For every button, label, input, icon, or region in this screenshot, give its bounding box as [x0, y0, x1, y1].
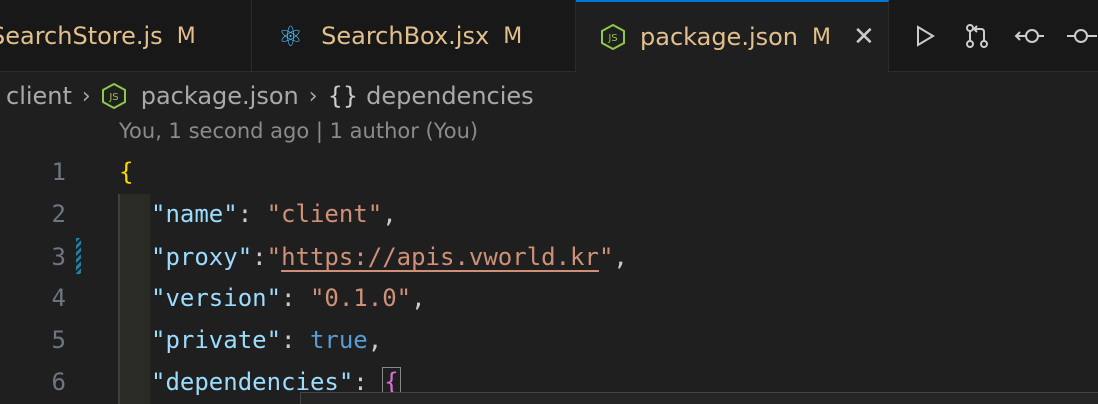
chevron-right-icon: ›: [308, 83, 318, 109]
editor-actions: [889, 0, 1097, 72]
line-number: 1: [51, 158, 66, 186]
code-text: "name": "client",: [151, 200, 397, 228]
line-number: 6: [51, 368, 66, 396]
tab-searchbox[interactable]: ⚛ SearchBox.jsx M: [252, 0, 576, 72]
json-colon: :: [281, 326, 310, 354]
json-key: "version": [151, 284, 282, 312]
code-line[interactable]: 5 "private": true,: [0, 319, 1098, 361]
json-colon: :: [237, 200, 267, 228]
modified-badge: M: [503, 23, 523, 49]
json-key: "proxy": [151, 243, 253, 271]
editor-tab-bar: SearchStore.js M ⚛ SearchBox.jsx M JS pa…: [0, 0, 1098, 72]
json-value: "client": [266, 200, 383, 228]
codelens-blame[interactable]: You, 1 second ago | 1 author (You): [119, 119, 478, 143]
breadcrumb: client › JS package.json › {} dependenci…: [0, 76, 534, 116]
node-js-icon: JS: [601, 24, 625, 50]
code-text: "private": true,: [151, 326, 382, 354]
go-forward-icon[interactable]: [1065, 20, 1097, 52]
json-comma: ,: [613, 243, 628, 271]
modified-badge: M: [812, 24, 831, 50]
svg-text:JS: JS: [607, 33, 617, 44]
hover-widget: [300, 392, 1098, 404]
json-key: "name": [151, 200, 238, 228]
json-colon: :: [281, 284, 310, 312]
json-comma: ,: [382, 200, 397, 228]
line-number: 5: [51, 326, 66, 354]
breadcrumb-symbol[interactable]: dependencies: [366, 82, 534, 110]
code-line[interactable]: 3 "proxy":"https://apis.vworld.kr",: [0, 236, 1098, 278]
code-text: "proxy":"https://apis.vworld.kr",: [151, 243, 628, 271]
json-quote: ": [598, 243, 614, 271]
code-line[interactable]: 1 {: [0, 151, 1098, 193]
json-quote: ": [266, 243, 282, 271]
line-number: 2: [51, 200, 66, 228]
line-number: 4: [51, 284, 66, 312]
open-brace: {: [119, 158, 134, 186]
tab-label: SearchBox.jsx: [321, 22, 490, 50]
json-value: "0.1.0": [309, 284, 412, 312]
object-icon: {}: [327, 82, 359, 110]
json-comma: ,: [411, 284, 426, 312]
json-comma: ,: [367, 326, 383, 354]
react-icon: ⚛: [278, 19, 304, 53]
tab-label: package.json: [640, 23, 799, 51]
code-line[interactable]: 4 "version": "0.1.0",: [0, 277, 1098, 319]
json-key: "private": [151, 326, 282, 354]
modified-badge: M: [176, 23, 196, 49]
proxy-url-link[interactable]: https://apis.vworld.kr: [281, 243, 599, 271]
line-number: 3: [51, 243, 66, 271]
go-back-icon[interactable]: [1013, 20, 1045, 52]
run-icon[interactable]: [909, 20, 941, 52]
breadcrumb-file[interactable]: package.json: [141, 82, 299, 110]
json-colon: :: [252, 243, 267, 271]
code-line[interactable]: 2 "name": "client",: [0, 193, 1098, 235]
tab-package-json[interactable]: JS package.json M ✕: [576, 0, 889, 72]
chevron-right-icon: ›: [81, 83, 91, 109]
svg-text:JS: JS: [108, 92, 118, 103]
node-js-icon: JS: [101, 83, 126, 109]
git-compare-icon[interactable]: [961, 20, 993, 52]
tab-label: SearchStore.js: [0, 22, 163, 50]
breadcrumb-folder[interactable]: client: [6, 82, 72, 110]
code-text: "version": "0.1.0",: [151, 284, 426, 312]
json-value: true: [309, 326, 368, 354]
tab-searchstore[interactable]: SearchStore.js M: [0, 0, 252, 72]
close-icon[interactable]: ✕: [853, 22, 875, 52]
